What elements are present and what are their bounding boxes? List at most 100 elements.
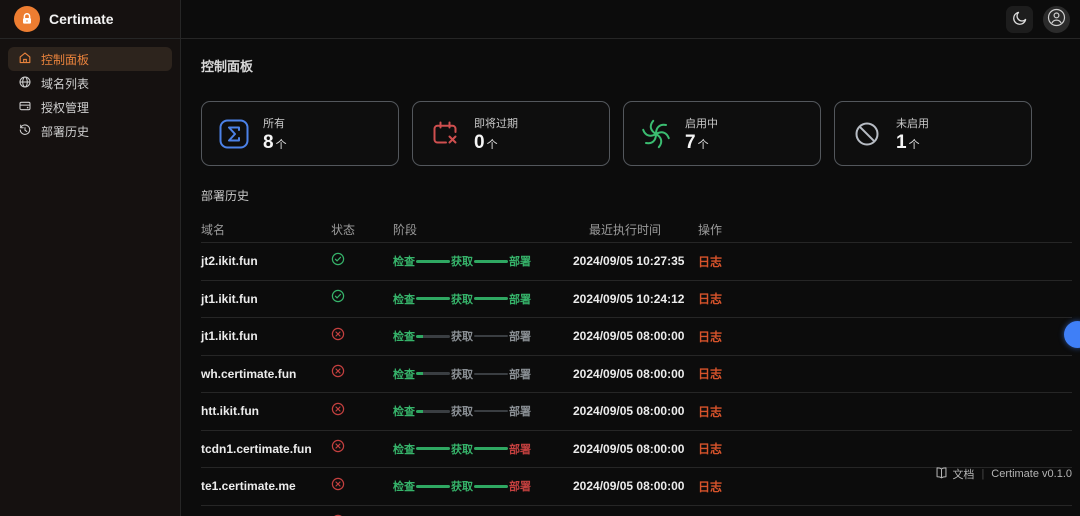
app-title: Certimate xyxy=(49,11,114,27)
status-cell xyxy=(331,252,393,271)
action-cell: 日志 xyxy=(693,328,1072,345)
time-cell: 2024/09/05 08:00:00 xyxy=(573,329,685,344)
stage-connector xyxy=(474,410,508,413)
sidebar-item-dashboard[interactable]: 控制面板 xyxy=(8,47,172,71)
globe-icon xyxy=(18,75,32,92)
pinwheel-icon xyxy=(640,118,672,150)
status-failed-icon xyxy=(331,327,345,346)
stage-label: 获取 xyxy=(451,293,473,306)
stage-connector xyxy=(474,297,508,301)
card-label: 即将过期 xyxy=(474,118,518,130)
stage-label: 获取 xyxy=(451,368,473,381)
docs-label: 文档 xyxy=(952,469,975,481)
status-failed-icon xyxy=(331,364,345,383)
home-icon xyxy=(18,51,32,68)
sidebar: Certimate 控制面板 域名列表 授权管理 部署历史 xyxy=(0,0,181,516)
stage-connector xyxy=(474,372,508,375)
footer: 文档 | Certimate v0.1.0 xyxy=(935,466,1072,482)
history-icon xyxy=(18,123,32,140)
time-cell: 2024/09/05 10:24:12 xyxy=(573,291,685,306)
card-label: 所有 xyxy=(263,118,285,130)
stage-label: 检查 xyxy=(393,293,415,306)
column-header-status: 状态 xyxy=(331,222,356,237)
action-cell: 日志 xyxy=(693,403,1072,420)
stage-label: 检查 xyxy=(393,331,415,344)
status-cell xyxy=(331,477,393,496)
column-header-stage: 阶段 xyxy=(393,222,418,237)
stage-connector xyxy=(474,335,508,338)
ban-icon xyxy=(851,118,883,150)
topbar xyxy=(181,0,1080,39)
domain-cell: wh.certimate.fun xyxy=(201,366,297,381)
card-unit: 个 xyxy=(908,139,920,151)
card-label: 未启用 xyxy=(896,118,929,130)
stage-connector xyxy=(416,484,450,488)
action-cell: 日志 xyxy=(693,365,1072,382)
stage-progress: 检查 获取 部署 xyxy=(393,403,573,419)
status-success-icon xyxy=(331,289,345,308)
sidebar-item-label: 域名列表 xyxy=(41,76,90,91)
stat-card-expiring: 即将过期 0个 xyxy=(412,101,610,166)
log-link[interactable]: 日志 xyxy=(698,478,722,495)
sidebar-item-domains[interactable]: 域名列表 xyxy=(8,71,172,95)
calendar-x-icon xyxy=(429,118,461,150)
docs-link[interactable]: 文档 xyxy=(935,466,974,482)
log-link[interactable]: 日志 xyxy=(698,440,722,457)
domain-cell: tcdn1.certimate.fun xyxy=(201,441,312,456)
table-row: jt1.ikit.fun 检查 获取 部署 2024/09/05 10:24:12 日志 xyxy=(201,281,1072,318)
sidebar-item-deploy-history[interactable]: 部署历史 xyxy=(8,119,172,143)
stage-progress: 检查 获取 部署 xyxy=(393,253,573,269)
action-cell: 日志 xyxy=(693,290,1072,307)
stage-connector xyxy=(416,447,450,451)
status-cell xyxy=(331,364,393,383)
stage-label: 部署 xyxy=(509,368,531,381)
status-failed-icon xyxy=(331,402,345,421)
stage-label: 部署 xyxy=(509,293,531,306)
log-link[interactable]: 日志 xyxy=(698,290,722,307)
stage-label: 部署 xyxy=(509,443,531,456)
stage-label: 检查 xyxy=(393,256,415,269)
log-link[interactable]: 日志 xyxy=(698,253,722,270)
stage-label: 部署 xyxy=(509,406,531,419)
main-column: 控制面板 所有 8个 即将过期 0 个 启用中 7 个 未启用 1 个 部署历史… xyxy=(181,0,1080,516)
stage-label: 部署 xyxy=(509,331,531,344)
status-cell xyxy=(331,289,393,308)
sidebar-item-authorizations[interactable]: 授权管理 xyxy=(8,95,172,119)
user-icon xyxy=(1047,8,1066,30)
table-row: ht2.certimate.fun检查获取部署2024/09/05 08:00:… xyxy=(201,506,1072,516)
sidebar-item-label: 控制面板 xyxy=(41,52,90,67)
status-success-icon xyxy=(331,252,345,271)
log-link[interactable]: 日志 xyxy=(698,403,722,420)
status-cell xyxy=(331,327,393,346)
stage-connector xyxy=(416,372,450,376)
card-unit: 个 xyxy=(697,139,709,151)
sigma-icon xyxy=(218,118,250,150)
app-root: Certimate 控制面板 域名列表 授权管理 部署历史 控制面板 所有 8 … xyxy=(0,0,1080,516)
log-link[interactable]: 日志 xyxy=(698,365,722,382)
sidebar-item-label: 部署历史 xyxy=(41,124,90,139)
lock-icon xyxy=(14,6,40,32)
stage-label: 部署 xyxy=(509,481,531,494)
domain-cell: jt1.ikit.fun xyxy=(201,291,258,306)
stage-label: 检查 xyxy=(393,481,415,494)
stage-connector xyxy=(474,447,508,451)
user-avatar-button[interactable] xyxy=(1043,5,1070,33)
domain-cell: te1.certimate.me xyxy=(201,479,296,494)
table-header: 域名 状态 阶段 最近执行时间 操作 xyxy=(201,216,1072,243)
moon-icon xyxy=(1012,10,1028,29)
status-failed-icon xyxy=(331,439,345,458)
column-header-action: 操作 xyxy=(698,222,723,237)
stat-card-disabled: 未启用 1个 xyxy=(834,101,1032,166)
version-label: Certimate v0.1.0 xyxy=(991,468,1072,480)
stage-label: 获取 xyxy=(451,331,473,344)
stage-connector xyxy=(474,484,508,488)
table-row: jt1.ikit.fun 检查 获取 部署 2024/09/05 08:00:00 日志 xyxy=(201,318,1072,356)
stage-label: 检查 xyxy=(393,443,415,456)
table-row: htt.ikit.fun 检查 获取 部署 2024/09/05 08:00:00 日志 xyxy=(201,393,1072,431)
domain-cell: htt.ikit.fun xyxy=(201,404,259,419)
stage-progress: 检查 获取 部署 xyxy=(393,478,573,494)
domain-cell: jt2.ikit.fun xyxy=(201,254,258,269)
log-link[interactable]: 日志 xyxy=(698,328,722,345)
card-unit: 个 xyxy=(275,139,287,151)
theme-toggle-button[interactable] xyxy=(1006,5,1033,33)
